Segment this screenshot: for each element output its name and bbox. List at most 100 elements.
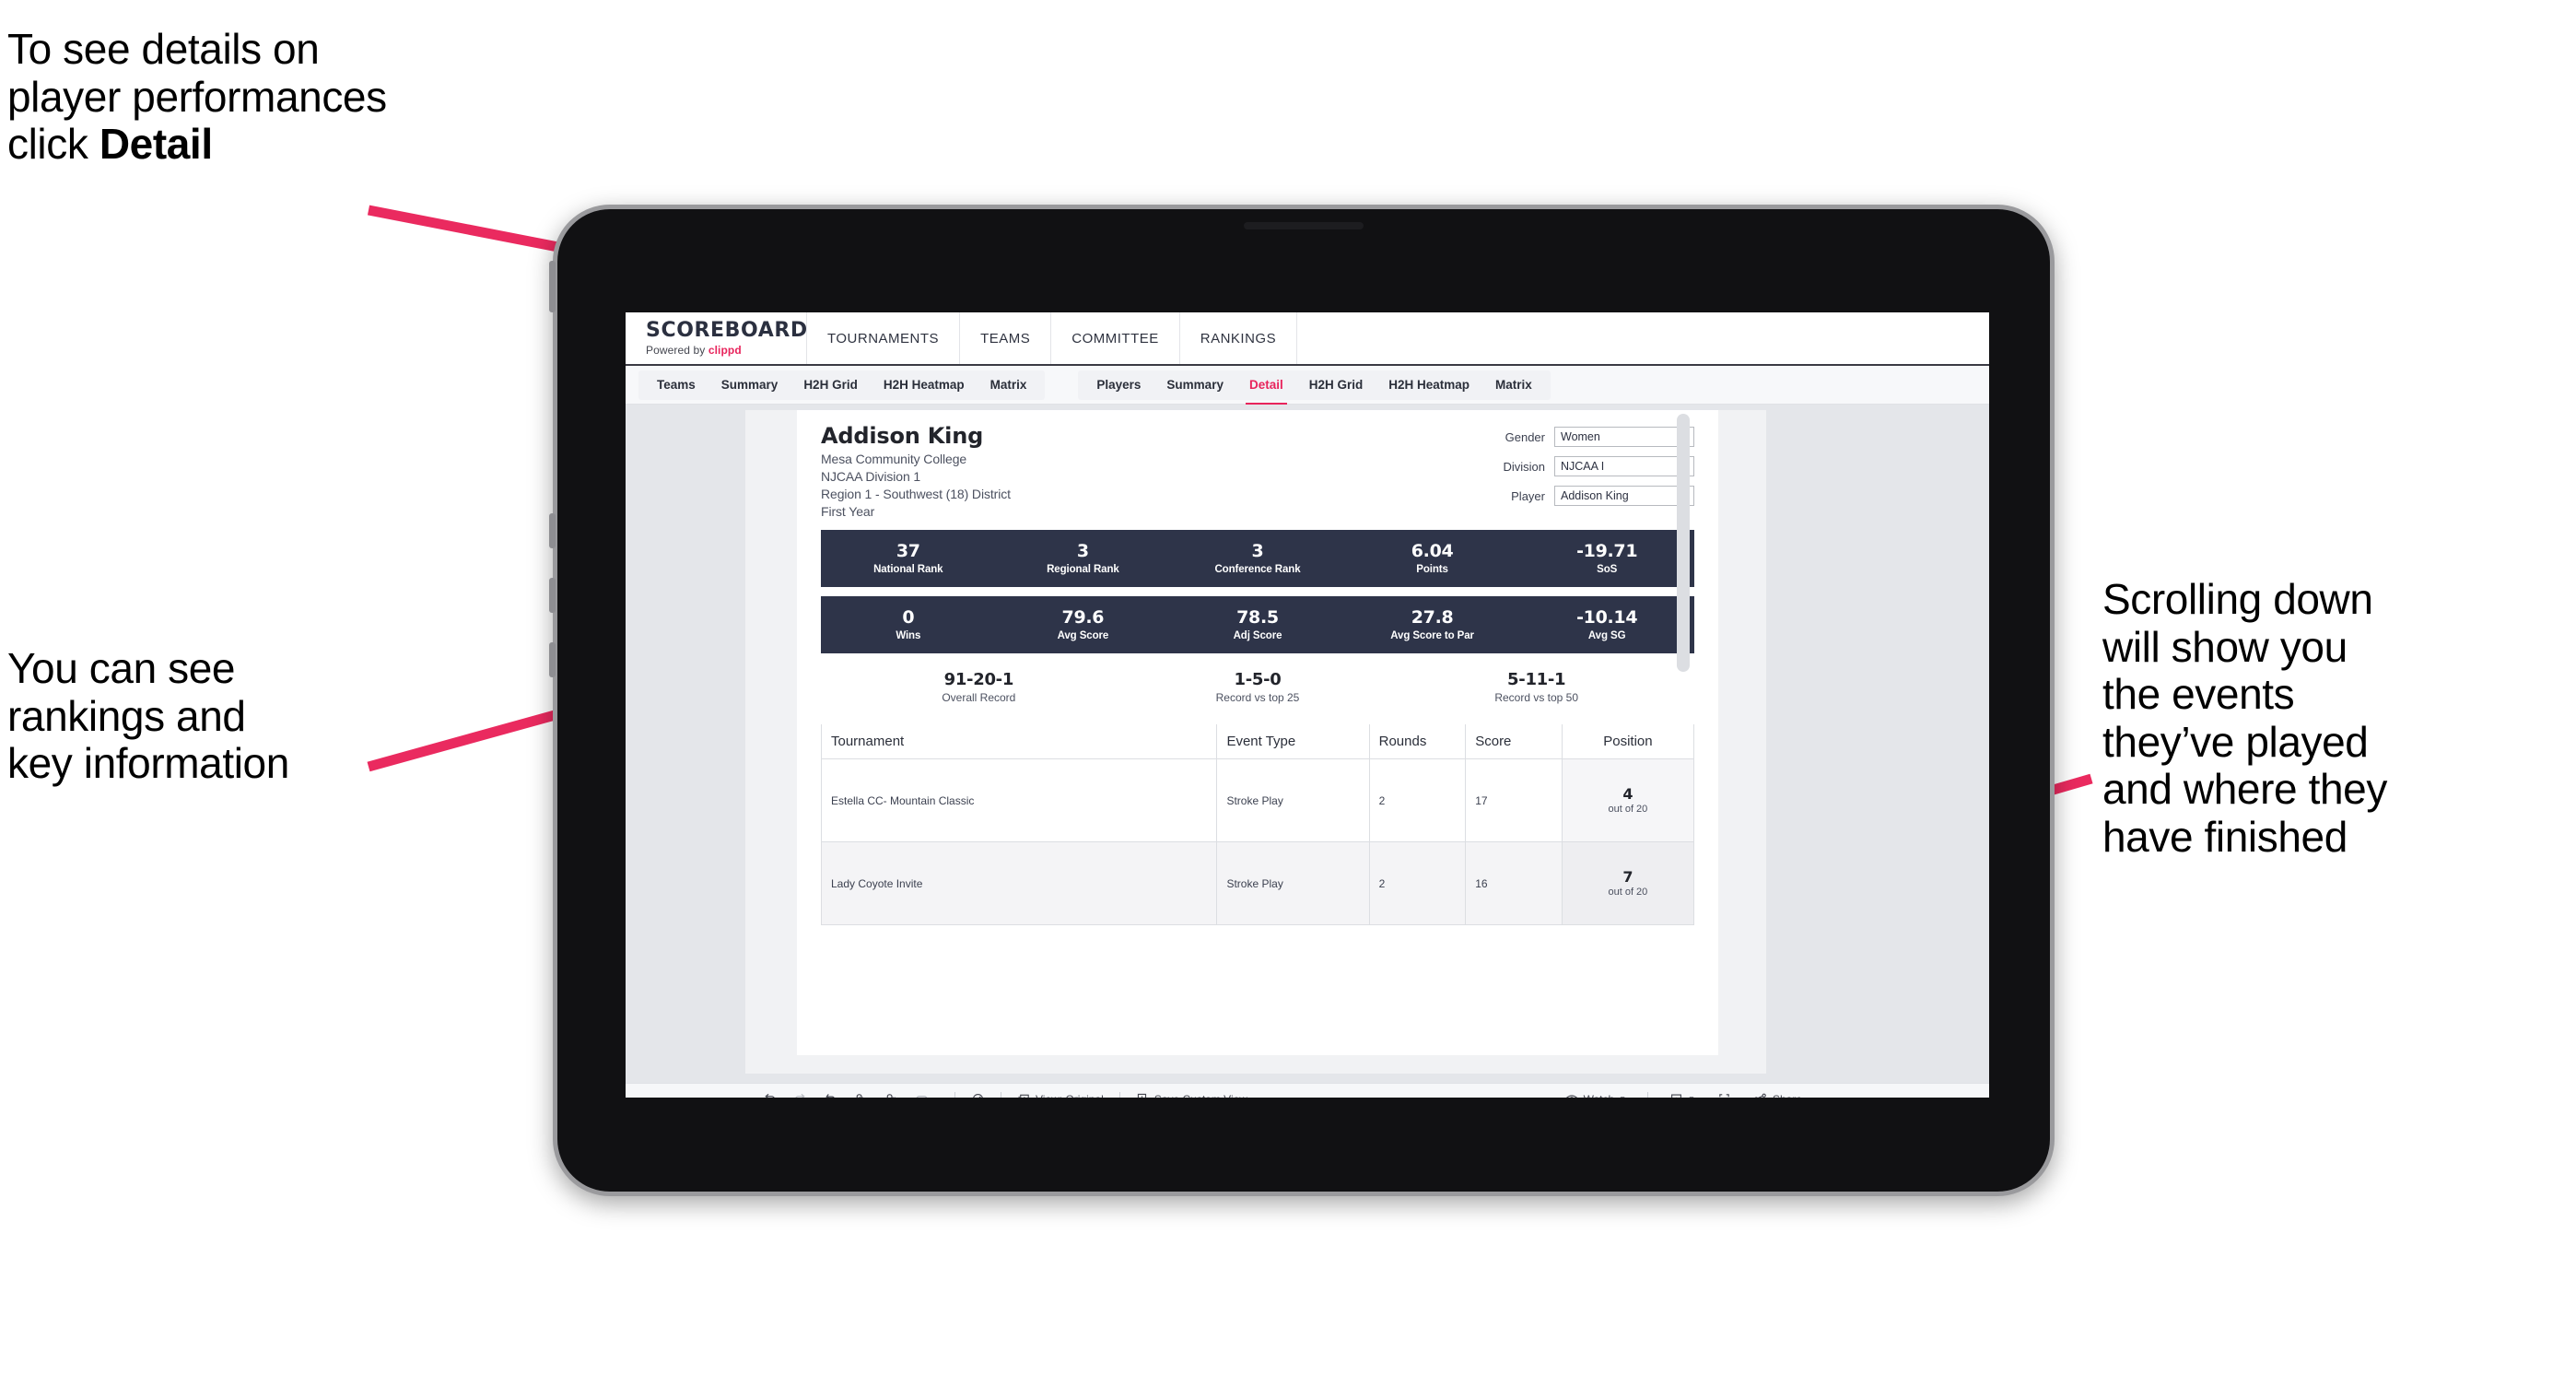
brand-bar: SCOREBOARD Powered by clippd TOURNAMENTS… xyxy=(626,312,1989,366)
stat-value: 27.8 xyxy=(1411,607,1454,628)
stat-label: Avg Score xyxy=(1057,629,1109,641)
player-detail-sheet: Addison King Mesa Community College NJCA… xyxy=(797,410,1718,1055)
toolbar-divider xyxy=(1647,1091,1649,1098)
record-label: Record vs top 50 xyxy=(1494,691,1579,704)
column-header-rounds[interactable]: Rounds xyxy=(1368,724,1467,759)
view-original-label: View: Original xyxy=(1036,1093,1104,1098)
fullscreen-icon[interactable] xyxy=(1711,1088,1738,1098)
topnav-item-teams[interactable]: TEAMS xyxy=(959,312,1050,364)
pill-dropdown-icon[interactable] xyxy=(908,1088,945,1098)
stat-label: Wins xyxy=(896,629,921,641)
stat-conference-rank: 3 Conference Rank xyxy=(1170,542,1345,575)
player-header: Addison King Mesa Community College NJCA… xyxy=(821,423,1694,519)
logo-powered-text: Powered by xyxy=(646,343,708,357)
annotation-scrolling: Scrolling down will show you the events … xyxy=(2102,575,2387,861)
stat-national-rank: 37 National Rank xyxy=(821,542,996,575)
power-button[interactable] xyxy=(549,261,556,312)
chevron-down-icon: ▼ xyxy=(1619,1095,1626,1098)
share-label: Share xyxy=(1773,1093,1802,1098)
stat-value: 0 xyxy=(902,607,915,628)
events-table: Tournament Event Type Rounds Score Posit… xyxy=(820,724,1695,925)
side-button-extra[interactable] xyxy=(549,642,556,677)
stat-label: Regional Rank xyxy=(1047,563,1119,575)
download-button[interactable]: ▼ xyxy=(1663,1088,1702,1098)
record-vs-top-25: 1-5-0 Record vs top 25 xyxy=(1118,670,1398,704)
refresh-data-icon[interactable] xyxy=(848,1088,874,1098)
filter-panel: Gender Women ▼ Division NJCAA I xyxy=(1503,423,1694,519)
revert-icon[interactable] xyxy=(817,1088,844,1098)
column-header-score[interactable]: Score xyxy=(1465,724,1563,759)
player-division: NJCAA Division 1 xyxy=(821,469,921,484)
subtab-players-h2h-heatmap[interactable]: H2H Heatmap xyxy=(1376,370,1482,400)
player-region: Region 1 - Southwest (18) District xyxy=(821,487,1011,501)
stat-value: -19.71 xyxy=(1576,541,1638,562)
annotation-detail: To see details on player performances cl… xyxy=(7,25,652,169)
subtab-teams-h2h-heatmap[interactable]: H2H Heatmap xyxy=(871,370,978,400)
position-number: 7 xyxy=(1622,867,1633,886)
filter-select-player[interactable]: Addison King ▼ xyxy=(1554,486,1694,506)
filter-row-division: Division NJCAA I ▼ xyxy=(1503,456,1694,476)
subtab-players-matrix[interactable]: Matrix xyxy=(1482,370,1545,400)
filter-label-player: Player xyxy=(1511,488,1545,503)
player-school: Mesa Community College xyxy=(821,452,967,466)
logo-brand-name: clippd xyxy=(708,343,742,357)
view-original-button[interactable]: View: Original xyxy=(1011,1088,1110,1098)
subtab-teams-matrix[interactable]: Matrix xyxy=(978,370,1040,400)
watch-button[interactable]: Watch ▼ xyxy=(1558,1088,1633,1098)
subtab-players[interactable]: Players xyxy=(1083,370,1153,400)
stat-label: SoS xyxy=(1597,563,1618,575)
stat-wins: 0 Wins xyxy=(821,608,996,641)
record-label: Record vs top 25 xyxy=(1215,691,1300,704)
volume-up-button[interactable] xyxy=(549,513,556,548)
stat-value: 3 xyxy=(1076,541,1089,562)
stat-value: 78.5 xyxy=(1236,607,1279,628)
cell-event-type: Stroke Play xyxy=(1216,841,1370,925)
column-header-tournament[interactable]: Tournament xyxy=(820,724,1218,759)
subtab-teams[interactable]: Teams xyxy=(644,370,708,400)
stats-bar-primary: 37 National Rank 3 Regional Rank 3 Confe… xyxy=(821,530,1694,587)
stat-avg-score: 79.6 Avg Score xyxy=(996,608,1171,641)
filter-select-gender[interactable]: Women ▼ xyxy=(1554,427,1694,447)
cell-tournament: Lady Coyote Invite xyxy=(820,841,1218,925)
clock-icon[interactable] xyxy=(965,1088,991,1098)
subtab-teams-summary[interactable]: Summary xyxy=(708,370,791,400)
stat-value: 6.04 xyxy=(1411,541,1454,562)
download-icon xyxy=(1669,1092,1683,1098)
cell-score: 16 xyxy=(1465,841,1563,925)
position-number: 4 xyxy=(1622,784,1633,803)
position-out-of: out of 20 xyxy=(1608,887,1648,899)
topnav-item-tournaments[interactable]: TOURNAMENTS xyxy=(806,312,959,364)
share-button[interactable]: Share xyxy=(1747,1088,1809,1098)
column-header-position[interactable]: Position xyxy=(1561,724,1695,759)
filter-value-gender: Women xyxy=(1561,430,1600,443)
topnav-item-committee[interactable]: COMMITTEE xyxy=(1050,312,1179,364)
stat-value: 37 xyxy=(896,541,920,562)
pause-auto-update-icon[interactable] xyxy=(878,1088,905,1098)
undo-icon[interactable] xyxy=(756,1088,783,1098)
player-name: Addison King xyxy=(821,423,984,449)
stat-avg-sg: -10.14 Avg SG xyxy=(1519,608,1694,641)
stat-adj-score: 78.5 Adj Score xyxy=(1170,608,1345,641)
topnav-item-rankings[interactable]: RANKINGS xyxy=(1178,312,1298,364)
column-header-event-type[interactable]: Event Type xyxy=(1216,724,1370,759)
stat-label: Conference Rank xyxy=(1214,563,1301,575)
chevron-down-icon: ▼ xyxy=(1688,1095,1695,1098)
filter-select-division[interactable]: NJCAA I ▼ xyxy=(1554,456,1694,476)
save-custom-view-label: Save Custom View xyxy=(1154,1093,1247,1098)
redo-icon[interactable] xyxy=(787,1088,814,1098)
subtab-players-detail[interactable]: Detail xyxy=(1236,370,1296,405)
vertical-scrollbar[interactable] xyxy=(1677,414,1690,672)
table-row[interactable]: Estella CC- Mountain Classic Stroke Play… xyxy=(820,758,1695,842)
annotation-rankings: You can see rankings and key information xyxy=(7,644,289,788)
volume-down-button[interactable] xyxy=(549,578,556,613)
subtab-teams-h2h-grid[interactable]: H2H Grid xyxy=(790,370,871,400)
subtab-players-summary[interactable]: Summary xyxy=(1153,370,1236,400)
save-custom-view-button[interactable]: Save Custom View xyxy=(1130,1088,1254,1098)
position-out-of: out of 20 xyxy=(1608,804,1648,816)
subtab-players-h2h-grid[interactable]: H2H Grid xyxy=(1296,370,1376,400)
app-logo[interactable]: SCOREBOARD Powered by clippd xyxy=(626,320,807,357)
table-row[interactable]: Lady Coyote Invite Stroke Play 2 16 7 ou… xyxy=(820,841,1695,925)
player-identity: Addison King Mesa Community College NJCA… xyxy=(821,423,1011,519)
tablet-device: SCOREBOARD Powered by clippd TOURNAMENTS… xyxy=(549,205,2055,1196)
filter-label-division: Division xyxy=(1503,459,1545,474)
